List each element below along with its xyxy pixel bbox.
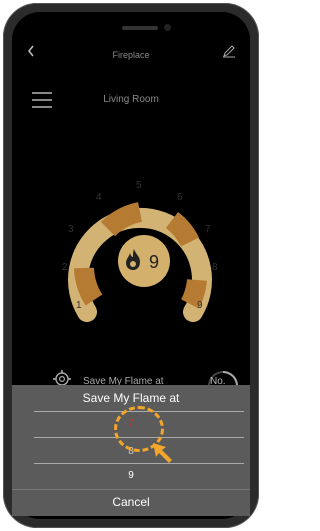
- dial-label-5: 5: [136, 180, 142, 191]
- dial-label-6: 6: [177, 192, 183, 203]
- pencil-icon: [223, 45, 235, 58]
- page-title: Fireplace: [112, 50, 150, 60]
- cancel-button[interactable]: Cancel: [12, 495, 250, 509]
- dial-label-9: 9: [197, 300, 203, 311]
- picker-title: Save My Flame at: [82, 391, 180, 405]
- cancel-divider: [12, 489, 250, 490]
- flame-dial[interactable]: 1 2 3 4 5 6 7 8 9 9: [12, 172, 250, 332]
- current-level: 9: [149, 252, 159, 272]
- dial-label-1: 1: [76, 300, 82, 311]
- speaker-grille: [122, 26, 158, 30]
- room-title: Living Room: [103, 94, 159, 105]
- phone-notch: [96, 20, 186, 40]
- dial-label-4: 4: [96, 192, 102, 203]
- app-header: Fireplace: [12, 44, 250, 68]
- dial-label-3: 3: [68, 224, 74, 235]
- picker-divider: [34, 463, 244, 464]
- dial-label-7: 7: [205, 224, 211, 235]
- picker-option-9[interactable]: 9: [12, 470, 250, 481]
- dial-label-8: 8: [212, 262, 218, 273]
- dial-label-2: 2: [62, 262, 68, 273]
- front-camera: [164, 24, 171, 31]
- pointer-arrow-icon: [153, 443, 172, 463]
- edit-button[interactable]: [222, 44, 236, 63]
- dial-center: [118, 235, 170, 287]
